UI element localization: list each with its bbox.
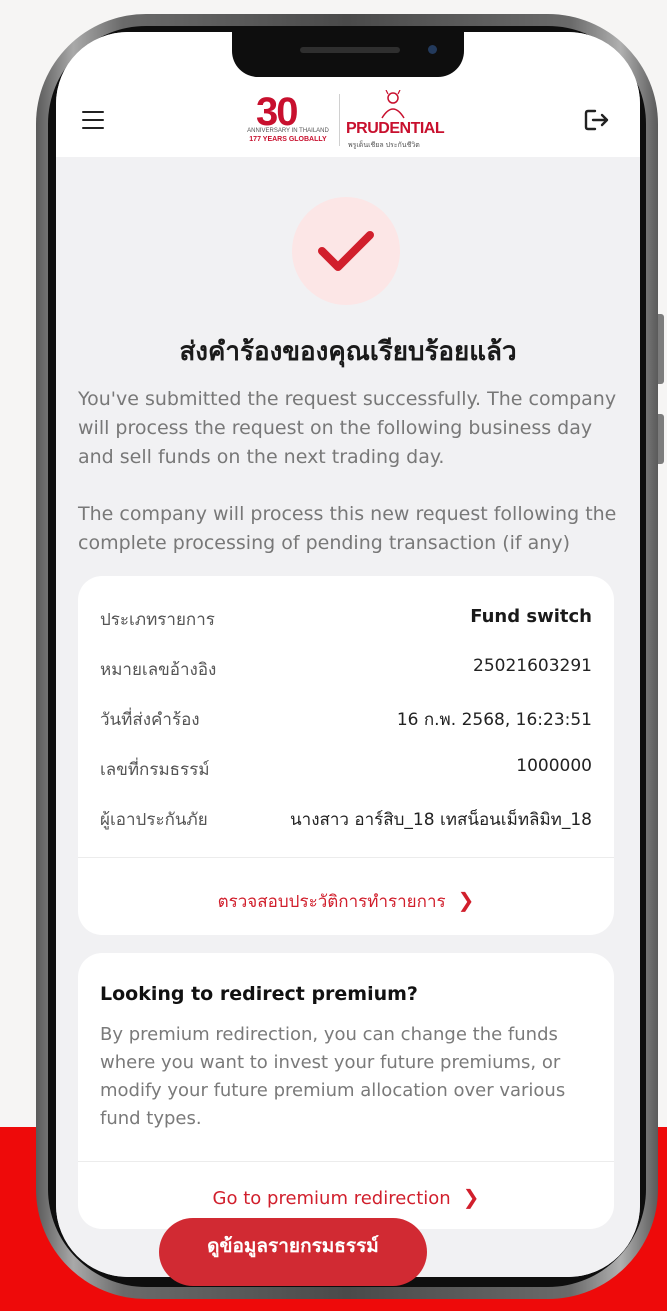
- submit-date-value: 16 ก.พ. 2568, 16:23:51: [396, 710, 592, 730]
- detail-label: วันที่ส่งคำร้อง: [100, 710, 200, 730]
- detail-label: เลขที่กรมธรรม์: [100, 760, 210, 780]
- premium-redirection-link[interactable]: Go to premium redirection ❯: [78, 1185, 614, 1209]
- transaction-history-link[interactable]: ตรวจสอบประวัติการทำรายการ ❯: [78, 888, 614, 915]
- prudential-wordmark: PRUDENTIAL: [346, 120, 445, 137]
- promo-text: By premium redirection, you can change t…: [100, 1024, 566, 1129]
- transaction-type-value: Fund switch: [470, 606, 592, 627]
- detail-row: เลขที่กรมธรรม์ 1000000: [100, 756, 592, 782]
- success-badge: [292, 197, 400, 305]
- main-content: ส่งคำร้องของคุณเรียบร้อยแล้ว You've subm…: [56, 157, 640, 1277]
- logo-30-caption: ANNIVERSARY IN THAILAND: [247, 128, 329, 134]
- promo-link-label: Go to premium redirection: [212, 1188, 451, 1209]
- detail-label: ผู้เอาประกันภัย: [100, 810, 208, 830]
- chevron-right-icon: ❯: [462, 1185, 480, 1209]
- detail-row: หมายเลขอ้างอิง 25021603291: [100, 656, 592, 682]
- phone-notch: [232, 32, 464, 77]
- phone-screen: 30 ANNIVERSARY IN THAILAND 177 YEARS GLO…: [56, 32, 640, 1277]
- policy-number-value: 1000000: [516, 756, 592, 776]
- detail-label: หมายเลขอ้างอิง: [100, 660, 217, 680]
- camera-icon: [428, 45, 437, 54]
- phone-side-button: [658, 414, 664, 464]
- success-title: ส่งคำร้องของคุณเรียบร้อยแล้ว: [179, 337, 517, 367]
- prudence-figure-icon: [381, 90, 405, 119]
- reference-number-value: 25021603291: [473, 656, 592, 676]
- detail-row: วันที่ส่งคำร้อง 16 ก.พ. 2568, 16:23:51: [100, 706, 592, 732]
- prudential-thai-name: พรูเด็นเชียล ประกันชีวิต: [348, 142, 420, 149]
- prudential-logo: PRUDENTIAL พรูเด็นเชียล ประกันชีวิต: [346, 90, 446, 152]
- detail-row: ประเภทรายการ Fund switch: [100, 606, 592, 632]
- check-icon: [318, 231, 374, 271]
- card-divider: [78, 1161, 614, 1162]
- view-policy-info-button[interactable]: ดูข้อมูลรายกรมธรรม์: [159, 1218, 427, 1286]
- card-divider: [78, 857, 614, 858]
- chevron-right-icon: ❯: [457, 888, 475, 912]
- detail-row: ผู้เอาประกันภัย นางสาว อาร์สิบ_18 เทสน็อ…: [100, 806, 592, 832]
- detail-label: ประเภทรายการ: [100, 610, 215, 630]
- request-details-card: ประเภทรายการ Fund switch หมายเลขอ้างอิง …: [78, 576, 614, 935]
- phone-speaker: [300, 47, 400, 53]
- success-message: You've submitted the request successfull…: [78, 388, 617, 468]
- anniversary-logo: 30 ANNIVERSARY IN THAILAND 177 YEARS GLO…: [246, 90, 330, 152]
- logout-icon[interactable]: [584, 108, 610, 132]
- logo-30-years: 177 YEARS GLOBALLY: [249, 136, 327, 143]
- phone-side-button: [658, 314, 664, 384]
- pending-message: The company will process this new reques…: [78, 503, 617, 554]
- history-link-label: ตรวจสอบประวัติการทำรายการ: [217, 892, 446, 912]
- insured-name-value: นางสาว อาร์สิบ_18 เทสน็อนเม็ทลิมิท_18: [290, 810, 592, 830]
- redirect-premium-card: Looking to redirect premium? By premium …: [78, 953, 614, 1229]
- menu-icon[interactable]: [82, 111, 104, 129]
- logo-divider: [339, 94, 340, 146]
- promo-title: Looking to redirect premium?: [100, 983, 418, 1005]
